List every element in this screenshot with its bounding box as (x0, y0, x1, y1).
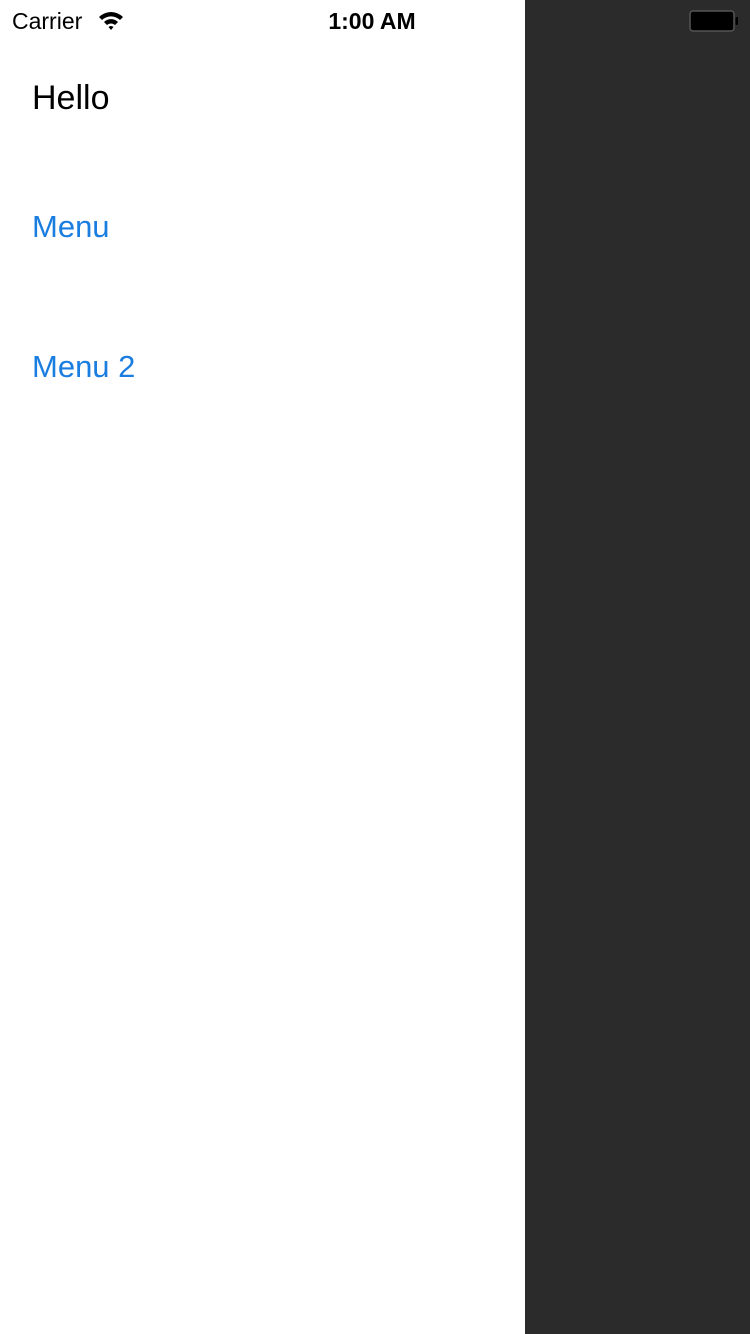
menu-heading: Hello (32, 79, 110, 117)
status-time: 1:00 AM (328, 8, 416, 34)
menu-item-menu-2[interactable]: Menu 2 (32, 348, 135, 386)
battery-icon (689, 10, 738, 32)
status-bar: Carrier 1:00 AM (0, 0, 750, 40)
menu-item-menu[interactable]: Menu (32, 208, 110, 246)
app-screen: Hello Menu Menu 2 Carrier 1:00 AM (0, 0, 750, 1334)
side-menu-panel: Hello Menu Menu 2 (0, 0, 525, 1334)
main-content-overlay[interactable] (525, 0, 750, 1334)
